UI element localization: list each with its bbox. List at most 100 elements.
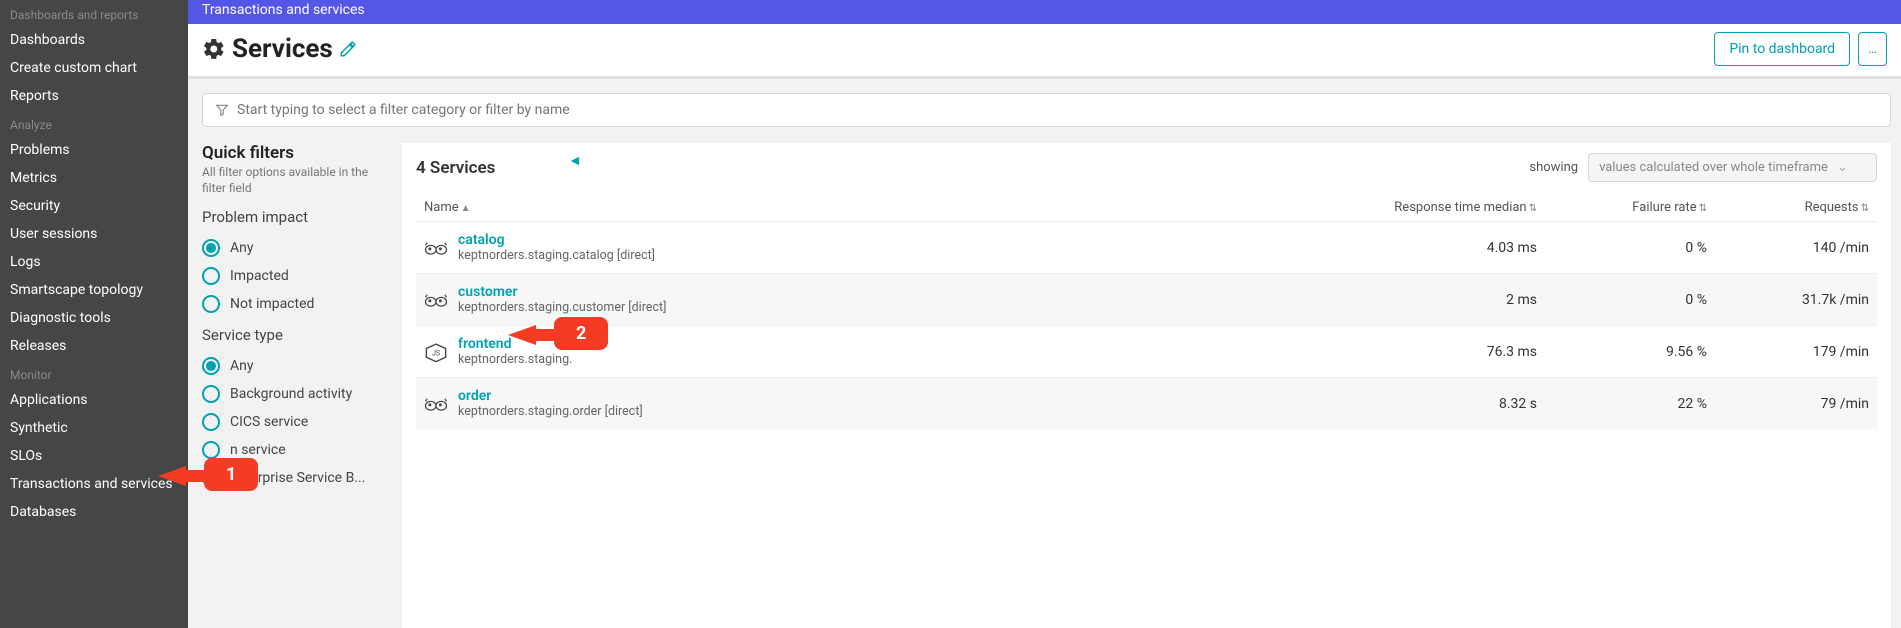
- sidebar-item-transactions[interactable]: Transactions and services: [0, 470, 188, 498]
- sidebar-item-security[interactable]: Security: [0, 192, 188, 220]
- service-type-icon: [422, 393, 450, 415]
- service-type-icon: [422, 289, 450, 311]
- content-row: Quick filters All filter options availab…: [188, 143, 1901, 628]
- sidebar-item-problems[interactable]: Problems: [0, 136, 188, 164]
- filter-input[interactable]: [237, 102, 1878, 118]
- radio-any-impact[interactable]: Any: [202, 234, 392, 262]
- service-name-group: orderkeptnorders.staging.order [direct]: [458, 388, 1337, 419]
- service-name-group: frontendkeptnorders.staging.: [458, 336, 1337, 367]
- service-subtitle: keptnorders.staging.customer [direct]: [458, 300, 1337, 315]
- showing-label: showing: [1529, 160, 1578, 175]
- filter-icon: [215, 103, 229, 117]
- service-requests: 179 /min: [1707, 344, 1877, 360]
- more-button[interactable]: …: [1858, 32, 1887, 66]
- edit-icon[interactable]: [339, 40, 357, 58]
- service-subtitle: keptnorders.staging.order [direct]: [458, 404, 1337, 419]
- col-requests[interactable]: Requests⇅: [1707, 200, 1877, 215]
- sort-icon: ⇅: [1529, 203, 1537, 214]
- page-header: Services Pin to dashboard …: [188, 24, 1901, 79]
- filter-input-wrap[interactable]: [202, 93, 1891, 127]
- quick-filters-subtitle: All filter options available in the filt…: [202, 165, 392, 196]
- service-subtitle: keptnorders.staging.catalog [direct]: [458, 248, 1337, 263]
- quick-filters: Quick filters All filter options availab…: [202, 143, 392, 628]
- service-link[interactable]: frontend: [458, 336, 1337, 352]
- pin-button[interactable]: Pin to dashboard: [1714, 32, 1850, 66]
- breadcrumb-bar: Transactions and services: [188, 0, 1901, 24]
- header-buttons: Pin to dashboard …: [1714, 32, 1887, 66]
- sidebar-item-releases[interactable]: Releases: [0, 332, 188, 360]
- service-failure-rate: 9.56 %: [1537, 344, 1707, 360]
- radio-icon: [202, 469, 220, 487]
- main-area: Transactions and services Services Pin t…: [188, 0, 1901, 628]
- radio-type-any[interactable]: Any: [202, 352, 392, 380]
- service-requests: 31.7k /min: [1707, 292, 1877, 308]
- sidebar-item-diagnostic[interactable]: Diagnostic tools: [0, 304, 188, 332]
- radio-type-n-service[interactable]: n service: [202, 436, 392, 464]
- radio-type-esb[interactable]: Enterprise Service B...: [202, 464, 392, 492]
- sidebar-section-analyze: Analyze: [0, 110, 188, 136]
- radio-icon: [202, 441, 220, 459]
- services-header: 4 Services showing values calculated ove…: [416, 153, 1877, 182]
- sidebar-section-monitor: Monitor: [0, 360, 188, 386]
- sidebar-item-databases[interactable]: Databases: [0, 498, 188, 526]
- breadcrumb[interactable]: Transactions and services: [202, 2, 365, 18]
- sort-icon: ⇅: [1861, 203, 1869, 214]
- service-link[interactable]: order: [458, 388, 1337, 404]
- service-name-group: catalogkeptnorders.staging.catalog [dire…: [458, 232, 1337, 263]
- sidebar-item-user-sessions[interactable]: User sessions: [0, 220, 188, 248]
- service-name-group: customerkeptnorders.staging.customer [di…: [458, 284, 1337, 315]
- sidebar-item-metrics[interactable]: Metrics: [0, 164, 188, 192]
- service-response-time: 2 ms: [1337, 292, 1537, 308]
- sidebar: Dashboards and reports Dashboards Create…: [0, 0, 188, 628]
- sidebar-item-smartscape[interactable]: Smartscape topology: [0, 276, 188, 304]
- radio-not-impacted[interactable]: Not impacted: [202, 290, 392, 318]
- service-response-time: 4.03 ms: [1337, 240, 1537, 256]
- service-failure-rate: 22 %: [1537, 396, 1707, 412]
- services-count: 4 Services: [416, 158, 495, 178]
- service-failure-rate: 0 %: [1537, 240, 1707, 256]
- col-failure-rate[interactable]: Failure rate⇅: [1537, 200, 1707, 215]
- service-response-time: 76.3 ms: [1337, 344, 1537, 360]
- svg-text:JS: JS: [432, 349, 440, 357]
- col-name[interactable]: Name▲: [416, 200, 1337, 215]
- radio-icon: [202, 413, 220, 431]
- radio-impacted[interactable]: Impacted: [202, 262, 392, 290]
- sidebar-item-logs[interactable]: Logs: [0, 248, 188, 276]
- table-row[interactable]: catalogkeptnorders.staging.catalog [dire…: [416, 221, 1877, 273]
- table-row[interactable]: orderkeptnorders.staging.order [direct]8…: [416, 377, 1877, 429]
- service-type-icon: JS: [422, 341, 450, 363]
- service-link[interactable]: customer: [458, 284, 1337, 300]
- table-row[interactable]: JS frontendkeptnorders.staging.76.3 ms9.5…: [416, 325, 1877, 377]
- service-response-time: 8.32 s: [1337, 396, 1537, 412]
- sort-asc-icon: ▲: [461, 203, 471, 214]
- app-layout: Dashboards and reports Dashboards Create…: [0, 0, 1901, 628]
- filter-group-problem-impact: Problem impact: [202, 208, 392, 226]
- table-body: catalogkeptnorders.staging.catalog [dire…: [416, 221, 1877, 429]
- service-failure-rate: 0 %: [1537, 292, 1707, 308]
- page-title: Services: [232, 34, 333, 64]
- sidebar-item-custom-chart[interactable]: Create custom chart: [0, 54, 188, 82]
- sidebar-item-synthetic[interactable]: Synthetic: [0, 414, 188, 442]
- showing-select[interactable]: values calculated over whole timeframe ⌄: [1588, 153, 1877, 182]
- table-row[interactable]: customerkeptnorders.staging.customer [di…: [416, 273, 1877, 325]
- radio-icon: [202, 267, 220, 285]
- radio-icon: [202, 385, 220, 403]
- radio-type-cics[interactable]: CICS service: [202, 408, 392, 436]
- service-subtitle: keptnorders.staging.: [458, 352, 1337, 367]
- collapse-filters-icon[interactable]: ◄: [568, 152, 582, 169]
- sidebar-item-dashboards[interactable]: Dashboards: [0, 26, 188, 54]
- sidebar-item-reports[interactable]: Reports: [0, 82, 188, 110]
- col-response-time[interactable]: Response time median⇅: [1337, 200, 1537, 215]
- sidebar-item-slos[interactable]: SLOs: [0, 442, 188, 470]
- services-panel: 4 Services showing values calculated ove…: [402, 143, 1891, 628]
- filter-bar: [202, 93, 1891, 127]
- chevron-down-icon: ⌄: [1837, 160, 1848, 175]
- sidebar-item-applications[interactable]: Applications: [0, 386, 188, 414]
- service-type-icon: [422, 237, 450, 259]
- filter-group-service-type: Service type: [202, 326, 392, 344]
- service-requests: 79 /min: [1707, 396, 1877, 412]
- radio-icon: [202, 295, 220, 313]
- service-link[interactable]: catalog: [458, 232, 1337, 248]
- quick-filters-title: Quick filters: [202, 143, 392, 163]
- radio-type-background[interactable]: Background activity: [202, 380, 392, 408]
